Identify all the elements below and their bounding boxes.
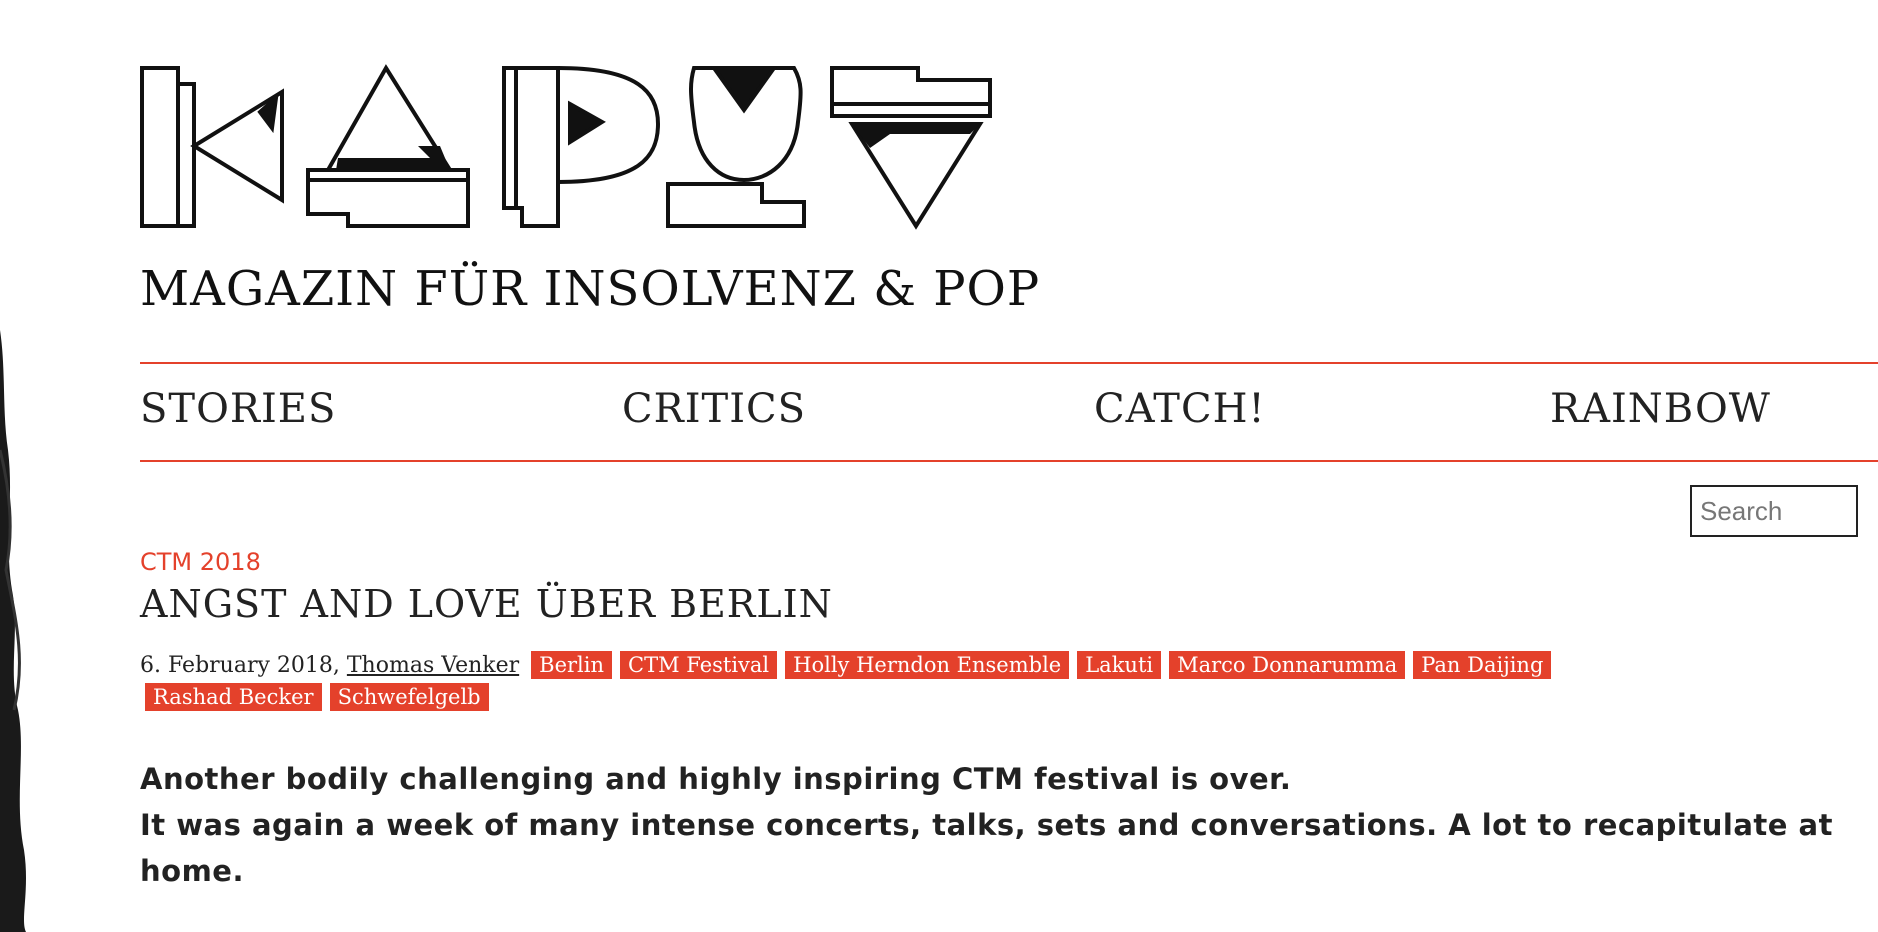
tag-marco-donnarumma[interactable]: Marco Donnarumma	[1169, 651, 1406, 679]
article-date: 6. February 2018,	[140, 653, 340, 678]
article-intro-line-2: It was again a week of many intense conc…	[140, 808, 1833, 888]
tag-berlin[interactable]: Berlin	[531, 651, 613, 679]
article-category[interactable]: CTM 2018	[140, 548, 261, 576]
article-author-link[interactable]: Thomas Venker	[347, 653, 519, 678]
nav-divider-bottom	[140, 460, 1878, 462]
tag-pan-daijing[interactable]: Pan Daijing	[1413, 651, 1552, 679]
article-title: ANGST AND LOVE ÜBER BERLIN	[140, 582, 833, 626]
article-meta: 6. February 2018, Thomas Venker Berlin CT…	[140, 650, 1680, 714]
nav-item-rainbow[interactable]: RAINBOW	[1550, 386, 1771, 432]
nav-item-catch[interactable]: CATCH!	[1094, 386, 1266, 432]
ink-scribble-decoration	[0, 330, 26, 932]
tag-holly-herndon-ensemble[interactable]: Holly Herndon Ensemble	[785, 651, 1070, 679]
article-intro: Another bodily challenging and highly in…	[140, 756, 1840, 894]
nav-divider-top	[140, 362, 1878, 364]
tag-rashad-becker[interactable]: Rashad Becker	[145, 683, 322, 711]
tag-lakuti[interactable]: Lakuti	[1077, 651, 1162, 679]
tag-schwefelgelb[interactable]: Schwefelgelb	[329, 683, 489, 711]
article-intro-line-1: Another bodily challenging and highly in…	[140, 762, 1292, 796]
main-navigation: STORIES CRITICS CATCH! RAINBOW	[140, 376, 1878, 446]
site-tagline: MAGAZIN FÜR INSOLVENZ & POP	[140, 261, 1041, 317]
nav-item-stories[interactable]: STORIES	[140, 386, 336, 432]
tag-ctm-festival[interactable]: CTM Festival	[620, 651, 778, 679]
search-input[interactable]	[1690, 485, 1858, 537]
nav-item-critics[interactable]: CRITICS	[622, 386, 806, 432]
kaput-logo[interactable]	[138, 62, 1000, 234]
